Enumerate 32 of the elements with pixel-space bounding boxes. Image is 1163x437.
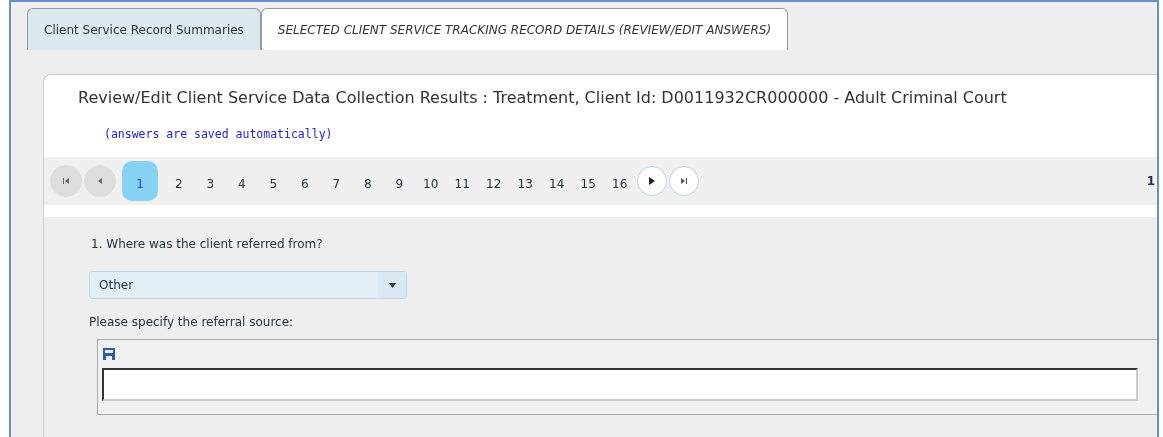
first-page-icon: [62, 177, 70, 185]
next-page-icon: [647, 176, 656, 186]
last-page-icon: [679, 177, 688, 185]
answer-dropdown[interactable]: Other: [89, 271, 407, 299]
question-label: 1. Where was the client referred from?: [91, 237, 324, 251]
page-number[interactable]: 1: [122, 161, 158, 201]
next-page-button[interactable]: [636, 166, 667, 196]
save-icon[interactable]: [103, 348, 115, 360]
page-number[interactable]: 5: [258, 166, 288, 196]
page-number[interactable]: 2: [164, 166, 194, 196]
page-number[interactable]: 14: [542, 166, 572, 196]
page-number[interactable]: 7: [321, 166, 351, 196]
page-number[interactable]: 16: [605, 166, 635, 196]
tab[interactable]: SELECTED CLIENT SERVICE TRACKING RECORD DETAILS (REVIEW/EDIT ANSWERS): [260, 8, 789, 50]
page-info: 1: [1146, 174, 1155, 188]
tab[interactable]: Client Service Record Summaries: [27, 8, 261, 50]
page-number[interactable]: 15: [573, 166, 603, 196]
caret-icon: [388, 282, 396, 288]
page-number[interactable]: 12: [479, 166, 509, 196]
followup-label: Please specify the referral source:: [89, 315, 295, 329]
referral-source-field[interactable]: [102, 368, 1138, 401]
panel-title: Review/Edit Client Service Data Collection Results : Treatment, Client Id: D0011932CR000000 - Adult Criminal Court: [77, 87, 1008, 107]
previous-page-icon: [97, 177, 103, 185]
page-number[interactable]: 6: [290, 166, 320, 196]
page-number[interactable]: 13: [510, 166, 540, 196]
page-number[interactable]: 10: [416, 166, 446, 196]
page-number[interactable]: 9: [384, 166, 414, 196]
page-number[interactable]: 3: [195, 166, 225, 196]
page-number[interactable]: 11: [447, 166, 477, 196]
page-number[interactable]: 4: [227, 166, 257, 196]
page-number[interactable]: 8: [353, 166, 383, 196]
autosave-note: (answers are saved automatically): [103, 126, 334, 143]
